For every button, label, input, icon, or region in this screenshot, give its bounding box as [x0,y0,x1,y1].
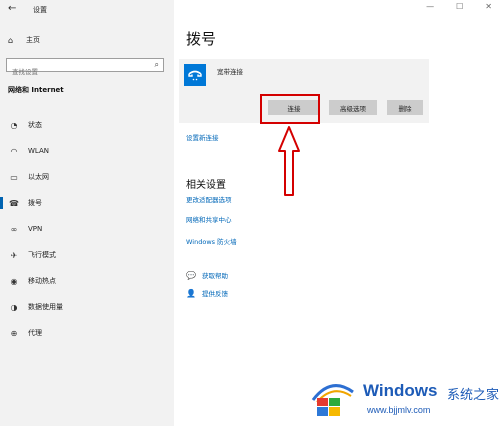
feedback-link[interactable]: 提供反馈 [202,288,228,298]
minimize-icon[interactable]: — [426,2,434,11]
sidebar-item-proxy[interactable]: ⊕ 代理 [0,320,174,346]
sidebar-section-title: 网络和 Internet [8,86,64,94]
sidebar: ← 设置 ⌂ 主页 ⌕ 网络和 Internet ◔ 状态 ◠ WLAN ▭ 以… [0,0,174,426]
watermark-brand: Windows [363,381,438,400]
sidebar-item-label: WLAN [28,147,50,155]
hotspot-icon: ◉ [10,276,18,286]
vpn-icon: ∞ [10,224,18,234]
watermark: Windows 系统之家 www.bjjmlv.com [309,378,499,418]
sidebar-item-label: 拨号 [28,199,42,207]
search-input[interactable] [7,66,142,78]
back-arrow-icon[interactable]: ← [8,3,16,14]
related-settings-title: 相关设置 [186,180,226,191]
feedback-row[interactable]: 👤 提供反馈 [186,288,228,299]
home-icon: ⌂ [8,35,14,45]
page-title: 拨号 [186,30,217,48]
proxy-icon: ⊕ [10,328,18,338]
watermark-subtitle: 系统之家 [447,388,500,403]
windows-logo-icon [311,384,354,416]
dialup-icon: ☎ [9,198,19,208]
maximize-icon[interactable]: ☐ [456,2,463,11]
sidebar-item-ethernet[interactable]: ▭ 以太网 [0,164,174,190]
setup-new-connection-link[interactable]: 设置新连接 [186,132,219,142]
sidebar-item-status[interactable]: ◔ 状态 [0,112,174,138]
network-sharing-center-link[interactable]: 网络和共享中心 [186,214,232,224]
watermark-url: www.bjjmlv.com [367,405,431,415]
sidebar-nav: ◔ 状态 ◠ WLAN ▭ 以太网 ☎ 拨号 ∞ VPN ✈ 飞行模式 ◉ 移动… [0,112,174,346]
windows-firewall-link[interactable]: Windows 防火墙 [186,236,237,246]
main-content: — ☐ ✕ 拨号 宽带连接 连接 高级选项 删除 设置新连接 相关设置 更改适配… [174,0,500,426]
sidebar-item-wlan[interactable]: ◠ WLAN [0,138,174,164]
active-indicator [0,197,3,209]
sidebar-item-label: 以太网 [28,173,49,181]
status-icon: ◔ [10,120,18,130]
connection-name: 宽带连接 [217,68,243,76]
change-adapter-options-link[interactable]: 更改适配器选项 [186,194,232,204]
phone-icon [188,70,202,81]
sidebar-item-airplane-mode[interactable]: ✈ 飞行模式 [0,242,174,268]
sidebar-item-data-usage[interactable]: ◑ 数据使用量 [0,294,174,320]
ethernet-icon: ▭ [10,172,18,182]
sidebar-item-label: 状态 [28,121,42,129]
delete-button[interactable]: 删除 [387,100,423,115]
help-chat-icon: 💬 [186,270,196,280]
dialup-connection-icon [184,64,206,86]
close-icon[interactable]: ✕ [485,2,492,11]
sidebar-item-label: 飞行模式 [28,251,56,259]
search-box[interactable]: ⌕ [6,58,164,78]
sidebar-item-label: 移动热点 [28,277,56,285]
airplane-icon: ✈ [10,250,18,260]
sidebar-item-dialup[interactable]: ☎ 拨号 [0,190,174,216]
data-usage-icon: ◑ [10,302,18,312]
sidebar-item-label: VPN [28,225,43,233]
get-help-row[interactable]: 💬 获取帮助 [186,270,228,281]
feedback-person-icon: 👤 [186,288,196,298]
dialup-connection-card[interactable]: 宽带连接 连接 高级选项 删除 [179,59,429,123]
sidebar-item-vpn[interactable]: ∞ VPN [0,216,174,242]
wifi-icon: ◠ [10,146,18,156]
sidebar-item-mobile-hotspot[interactable]: ◉ 移动热点 [0,268,174,294]
arrow-up-icon [278,126,300,196]
sidebar-item-home[interactable]: ⌂ 主页 [8,34,40,46]
sidebar-item-label: 主页 [26,36,40,44]
get-help-link[interactable]: 获取帮助 [202,270,228,280]
sidebar-item-label: 代理 [28,329,42,337]
window-controls: — ☐ ✕ [426,2,492,11]
connect-button[interactable]: 连接 [268,100,320,115]
window-title: 设置 [33,6,47,14]
sidebar-item-label: 数据使用量 [28,303,63,311]
advanced-options-button[interactable]: 高级选项 [329,100,377,115]
search-icon[interactable]: ⌕ [155,60,159,70]
